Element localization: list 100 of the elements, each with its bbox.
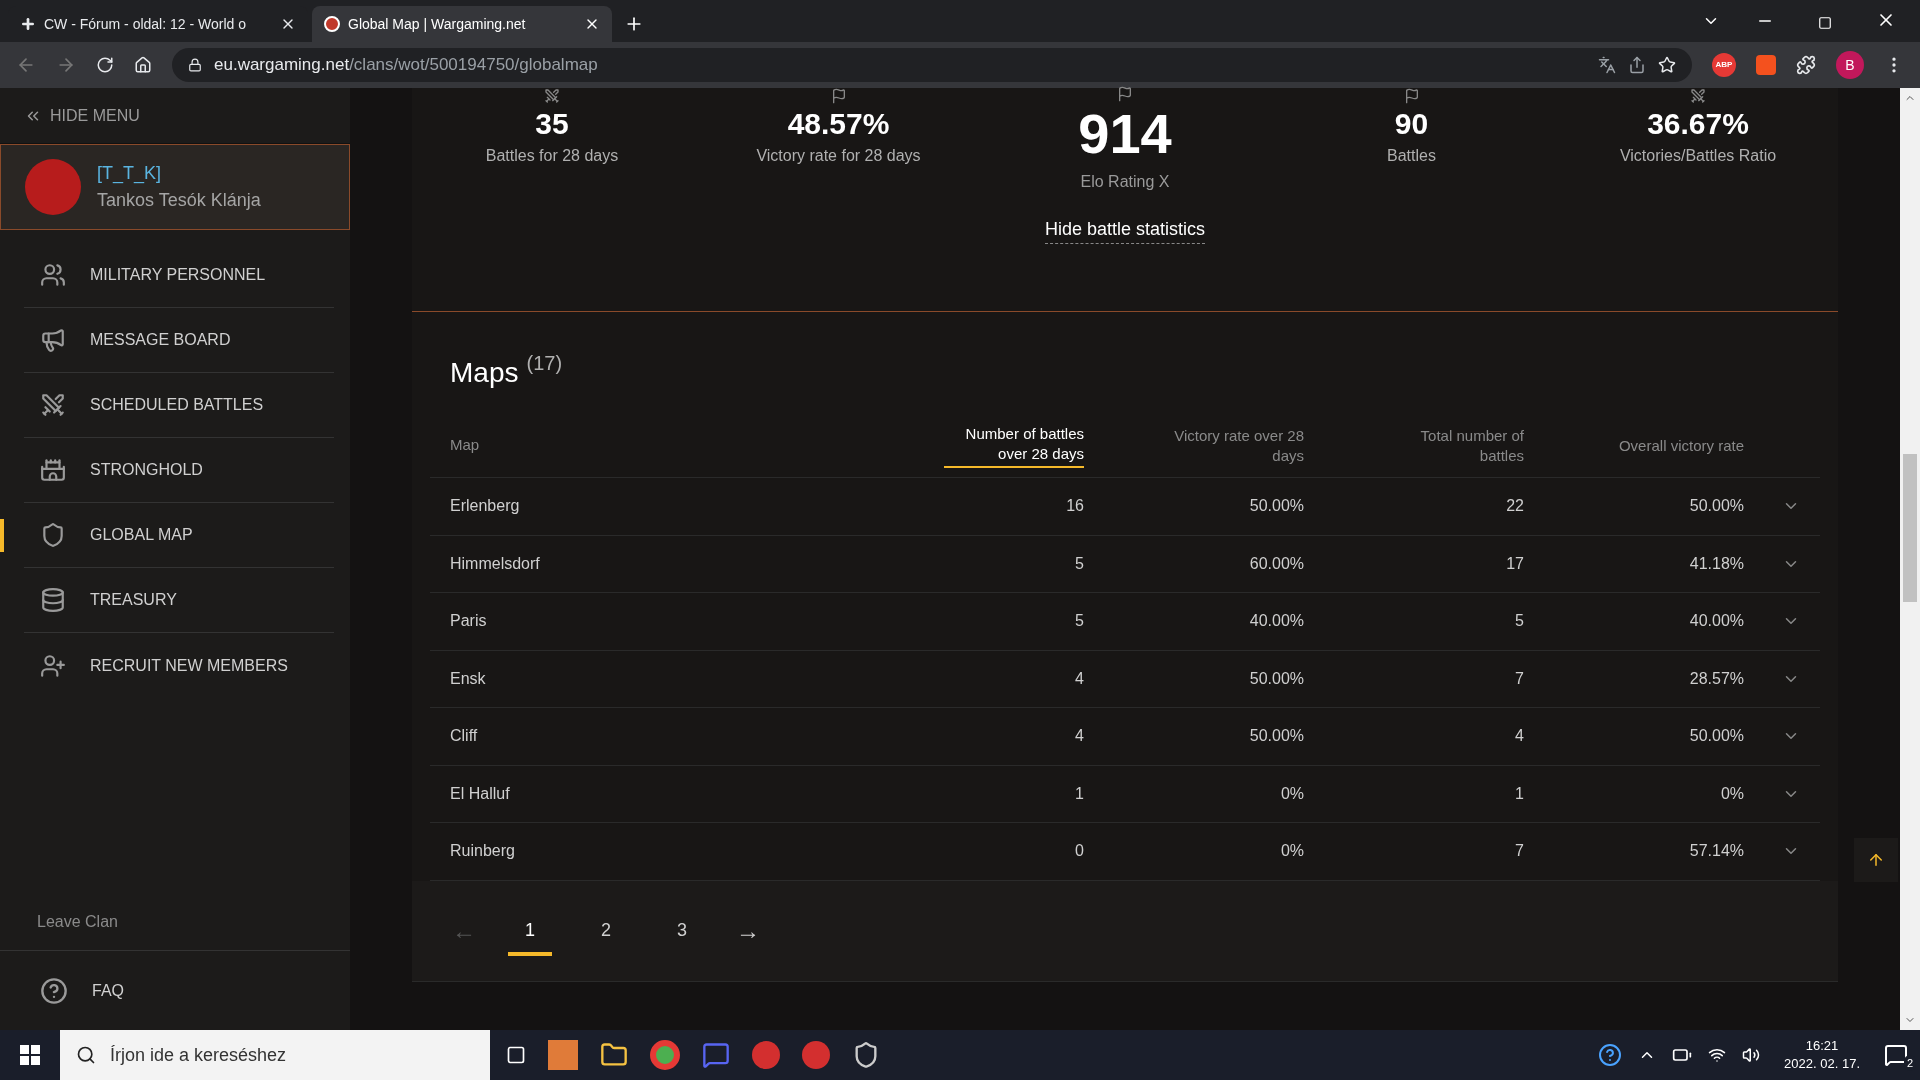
clock[interactable]: 16:21 2022. 02. 17. [1776, 1037, 1868, 1073]
folder-icon[interactable] [600, 1041, 628, 1069]
sidebar-menu-item[interactable]: SCHEDULED BATTLES [24, 373, 334, 438]
table-cell-text: 60.00% [1248, 553, 1304, 574]
tab-title: Global Map | Wargaming.net [348, 14, 527, 34]
table-cell-text: 4 [1074, 726, 1084, 747]
sidebar-menu-item[interactable]: STRONGHOLD [24, 438, 334, 503]
task-view-icon[interactable] [506, 1045, 526, 1065]
megaphone-icon [40, 327, 66, 353]
lock-icon [188, 58, 202, 72]
table-cell-text: 40.00% [1688, 611, 1744, 632]
crossed-swords-icon [1690, 88, 1706, 104]
stat-value: 48.57% [787, 106, 890, 142]
sidebar-menu-item[interactable]: TREASURY [24, 568, 334, 633]
table-cell-text: Paris [450, 611, 488, 632]
column-header[interactable]: Number of battles over 28 days [944, 423, 1084, 468]
scrollbar-thumb[interactable] [1903, 454, 1917, 602]
clan-tag[interactable]: [T_T_K] [97, 160, 261, 187]
table-row[interactable]: Ruinberg 0 0% 7 57.14% [430, 823, 1820, 881]
stat-label: Victories/Battles Ratio [1619, 146, 1777, 166]
column-header[interactable]: Victory rate over 28 days [1164, 425, 1304, 466]
table-cell-text: 5 [1514, 611, 1524, 632]
chat-app-icon[interactable] [702, 1041, 730, 1069]
stat-label: Battles for 28 days [485, 146, 619, 166]
column-header[interactable]: Total number of battles [1384, 425, 1524, 466]
site-favicon-icon [324, 16, 340, 32]
taskbar-search-field[interactable]: Írjon ide a kereséshez [60, 1030, 490, 1080]
shield-icon [40, 522, 66, 548]
wifi-icon[interactable] [1708, 1046, 1727, 1064]
table-row[interactable]: Himmelsdorf 5 60.00% 17 41.18% [430, 535, 1820, 593]
translate-icon[interactable] [1598, 56, 1616, 74]
people-icon [40, 262, 66, 288]
flag-icon [830, 88, 847, 104]
table-cell-text: 0% [1719, 783, 1744, 804]
table-row[interactable]: Paris 5 40.00% 5 40.00% [430, 593, 1820, 651]
url-field[interactable]: eu.wargaming.net/clans/wot/500194750/globalmap [172, 48, 1692, 82]
sidebar-menu-item[interactable]: GLOBAL MAP [24, 503, 334, 568]
clan-card[interactable]: [T_T_K] Tankos Tesók Klánja [0, 144, 350, 230]
help-icon [40, 976, 68, 1005]
table-cell-text: 41.18% [1688, 553, 1744, 574]
table-cell-text: Ruinberg [450, 841, 516, 862]
page-number[interactable]: 3 [660, 905, 704, 956]
sidebar-menu-item[interactable]: MILITARY PERSONNEL [24, 243, 334, 308]
table-cell-text: Erlenberg [450, 496, 521, 517]
help-icon[interactable] [1598, 1043, 1623, 1067]
table-cell-text: 50.00% [1248, 496, 1304, 517]
table-cell-text: 5 [1074, 611, 1084, 632]
game-app-icon[interactable] [752, 1041, 780, 1069]
clan-emblem-icon [25, 159, 81, 215]
browser-tab[interactable]: Global Map | Wargaming.net [312, 6, 612, 42]
sidebar-menu-item[interactable]: RECRUIT NEW MEMBERS [24, 633, 334, 698]
table-cell-text: 17 [1505, 553, 1524, 574]
table-cell-text: 4 [1074, 668, 1084, 689]
column-header[interactable]: Overall victory rate [1618, 435, 1744, 456]
table-cell-text: 5 [1074, 553, 1084, 574]
stat-value: 90 [1394, 106, 1429, 142]
profile-avatar[interactable]: B [1836, 51, 1864, 79]
leave-clan-link[interactable]: Leave Clan [0, 910, 350, 950]
table-cell-text: Cliff [450, 726, 479, 747]
sidebar-menu-item[interactable]: MESSAGE BOARD [24, 308, 334, 373]
table-cell-text: Ensk [450, 668, 487, 689]
table-row[interactable]: Ensk 4 50.00% 7 28.57% [430, 650, 1820, 708]
plus-favicon-icon [20, 16, 36, 32]
restore-icon[interactable] [1818, 16, 1832, 30]
table-cell-text: 1 [1074, 783, 1084, 804]
next-page-arrow[interactable]: → [736, 912, 760, 949]
maps-title: Maps [450, 356, 519, 390]
rating-icon [1117, 86, 1133, 102]
reload-icon[interactable] [96, 56, 114, 74]
scroll-to-top-button[interactable] [1854, 838, 1898, 882]
hide-statistics-link[interactable]: Hide battle statistics [1044, 216, 1206, 244]
table-cell-text: 50.00% [1688, 726, 1744, 747]
adblock-extension-icon[interactable]: ABP [1712, 53, 1736, 77]
table-cell-text: 7 [1514, 668, 1524, 689]
bookmark-star-icon[interactable] [1658, 56, 1676, 74]
page-number[interactable]: 2 [584, 905, 628, 956]
table-cell-text: 50.00% [1688, 496, 1744, 517]
table-cell-text: 16 [1065, 496, 1084, 517]
search-icon [76, 1045, 96, 1065]
table-row[interactable]: Cliff 4 50.00% 4 50.00% [430, 708, 1820, 766]
share-icon[interactable] [1628, 56, 1646, 74]
table-cell-text: 0% [1279, 841, 1304, 862]
table-row[interactable]: Erlenberg 16 50.00% 22 50.00% [430, 478, 1820, 536]
extension-icon[interactable] [1756, 55, 1776, 75]
faq-link[interactable]: FAQ [92, 978, 124, 1003]
game-app-icon[interactable] [802, 1041, 830, 1069]
browser-app-icon[interactable] [650, 1040, 680, 1070]
table-row[interactable]: El Halluf 1 0% 1 0% [430, 765, 1820, 823]
speaker-icon[interactable] [1742, 1046, 1761, 1064]
table-cell-text: El Halluf [450, 783, 511, 804]
castle-icon [40, 457, 66, 483]
table-cell-text: 22 [1505, 496, 1524, 517]
extensions-puzzle-icon[interactable] [1796, 55, 1816, 75]
page-number[interactable]: 1 [508, 905, 552, 956]
table-cell-text: Himmelsdorf [450, 553, 541, 574]
home-icon[interactable] [134, 56, 152, 74]
stat-label: Victory rate for 28 days [756, 146, 921, 166]
flag-icon [1403, 88, 1420, 104]
notifications-icon[interactable] [1884, 1043, 1908, 1067]
column-header[interactable]: Map [450, 434, 480, 457]
